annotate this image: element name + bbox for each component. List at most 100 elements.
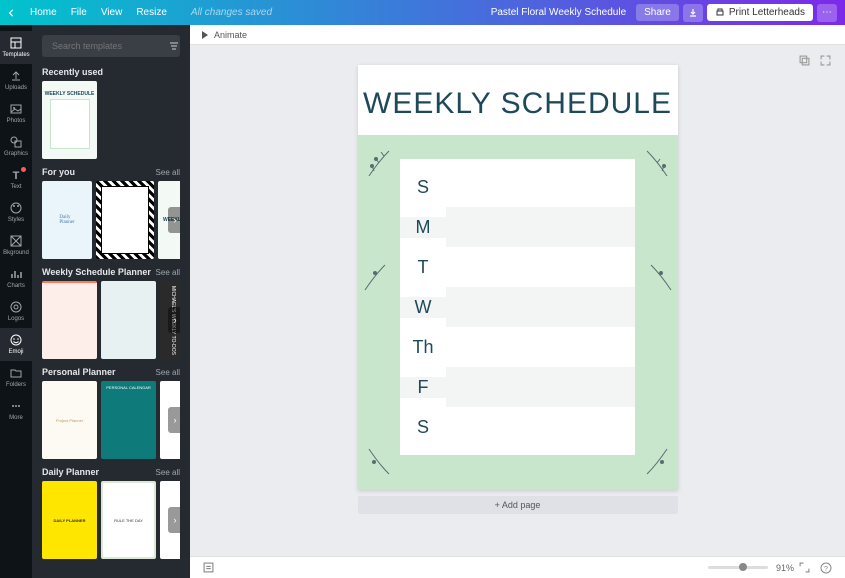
template-thumb[interactable]: [96, 181, 154, 259]
doc-heading[interactable]: Weekly Schedule: [358, 87, 678, 121]
chevron-right-icon[interactable]: ›: [168, 407, 180, 433]
rail-charts[interactable]: Charts: [0, 262, 32, 295]
rail-templates[interactable]: Templates: [0, 31, 32, 64]
back-chevron-icon[interactable]: [8, 9, 16, 17]
day-content[interactable]: [446, 287, 635, 327]
see-all-link[interactable]: See all: [156, 268, 180, 277]
rail-graphics[interactable]: Graphics: [0, 130, 32, 163]
day-content[interactable]: [446, 167, 635, 207]
canvas-area: Animate Weekly Schedule SMTWThFS: [190, 25, 845, 578]
day-label: Th: [400, 337, 446, 358]
see-all-link[interactable]: See all: [156, 368, 180, 377]
template-thumb[interactable]: DAILY PLANNER: [42, 481, 97, 559]
rail-label: Logos: [8, 316, 24, 322]
share-button[interactable]: Share: [636, 4, 679, 21]
template-thumb[interactable]: WEEKLY SCHEDULE: [42, 81, 97, 159]
animate-label: Animate: [214, 30, 247, 40]
template-thumb[interactable]: Project Planner: [42, 381, 97, 459]
day-label: S: [400, 417, 446, 438]
rail-label: Styles: [8, 217, 24, 223]
rail-label: More: [9, 415, 23, 421]
day-content[interactable]: [446, 327, 635, 367]
day-content[interactable]: [446, 247, 635, 287]
rail-label: Templates: [2, 52, 29, 58]
animate-button[interactable]: Animate: [200, 30, 247, 40]
palette-icon: [9, 201, 23, 215]
rail-emoji[interactable]: Emoji: [0, 328, 32, 361]
day-row[interactable]: M: [400, 207, 635, 247]
duplicate-page-icon[interactable]: [799, 55, 810, 66]
day-row[interactable]: T: [400, 247, 635, 287]
badge-dot: [21, 167, 26, 172]
day-row[interactable]: F: [400, 367, 635, 407]
day-label: M: [400, 217, 446, 238]
chevron-right-icon[interactable]: ›: [168, 507, 180, 533]
search-input[interactable]: [52, 41, 169, 51]
see-all-link[interactable]: See all: [156, 468, 180, 477]
day-content[interactable]: [446, 367, 635, 407]
day-row[interactable]: W: [400, 287, 635, 327]
rail-folders[interactable]: Folders: [0, 361, 32, 394]
floral-decoration: [632, 444, 672, 484]
day-row[interactable]: Th: [400, 327, 635, 367]
svg-text:?: ?: [824, 566, 828, 573]
print-button[interactable]: Print Letterheads: [707, 4, 813, 21]
play-icon: [200, 30, 210, 40]
filter-icon[interactable]: [169, 41, 179, 51]
chevron-right-icon[interactable]: ›: [168, 207, 180, 233]
fullscreen-icon[interactable]: [799, 562, 810, 573]
rail-label: Graphics: [4, 151, 28, 157]
rail-photos[interactable]: Photos: [0, 97, 32, 130]
day-content[interactable]: [446, 207, 635, 247]
template-thumb[interactable]: [42, 281, 97, 359]
floral-decoration: [364, 444, 404, 484]
floral-decoration: [360, 255, 400, 295]
emoji-icon: [9, 333, 23, 347]
help-icon[interactable]: ?: [820, 562, 832, 574]
template-thumb[interactable]: DailyPlanner: [42, 181, 92, 259]
thumb-title: WEEKLY SCHEDULE: [45, 91, 95, 97]
template-thumb[interactable]: PERSONAL CALENDAR: [101, 381, 156, 459]
save-status: All changes saved: [191, 7, 272, 18]
template-thumb[interactable]: RULE THE DAY: [101, 481, 156, 559]
rail-label: Photos: [7, 118, 26, 124]
chevron-right-icon[interactable]: ›: [168, 307, 180, 333]
menu-home[interactable]: Home: [30, 7, 57, 18]
download-button[interactable]: [683, 4, 703, 22]
menu-resize[interactable]: Resize: [136, 7, 167, 18]
rail-logos[interactable]: Logos: [0, 295, 32, 328]
notes-icon[interactable]: [203, 562, 214, 573]
svg-text:T: T: [13, 170, 20, 182]
day-row[interactable]: S: [400, 407, 635, 447]
topbar: Home File View Resize All changes saved …: [0, 0, 845, 25]
see-all-link[interactable]: See all: [156, 168, 180, 177]
shapes-icon: [9, 135, 23, 149]
day-row[interactable]: S: [400, 167, 635, 207]
left-rail: Templates Uploads Photos Graphics T Text Style…: [0, 25, 32, 578]
zoom-value[interactable]: 91%: [776, 563, 794, 573]
expand-page-icon[interactable]: [820, 55, 831, 66]
search-bar[interactable]: [42, 35, 180, 57]
photo-icon: [9, 102, 23, 116]
section-title: Personal Planner: [42, 367, 116, 377]
rail-label: Text: [10, 184, 21, 190]
week-grid[interactable]: SMTWThFS: [400, 159, 635, 455]
rail-styles[interactable]: Styles: [0, 196, 32, 229]
template-thumb[interactable]: [101, 281, 156, 359]
section-title: Daily Planner: [42, 467, 99, 477]
more-button[interactable]: ⋯: [817, 4, 837, 22]
menu-view[interactable]: View: [101, 7, 123, 18]
floral-decoration: [636, 255, 676, 295]
floral-decoration: [632, 141, 672, 181]
document-page[interactable]: Weekly Schedule SMTWThFS: [358, 65, 678, 490]
day-content[interactable]: [446, 407, 635, 447]
menu-file[interactable]: File: [71, 7, 87, 18]
rail-uploads[interactable]: Uploads: [0, 64, 32, 97]
document-title[interactable]: Pastel Floral Weekly Schedule: [491, 7, 626, 18]
zoom-slider[interactable]: [708, 566, 768, 569]
rail-text[interactable]: T Text: [0, 163, 32, 196]
add-page-button[interactable]: + Add page: [358, 496, 678, 514]
upload-icon: [9, 69, 23, 83]
rail-more[interactable]: More: [0, 394, 32, 427]
rail-bkground[interactable]: Bkground: [0, 229, 32, 262]
